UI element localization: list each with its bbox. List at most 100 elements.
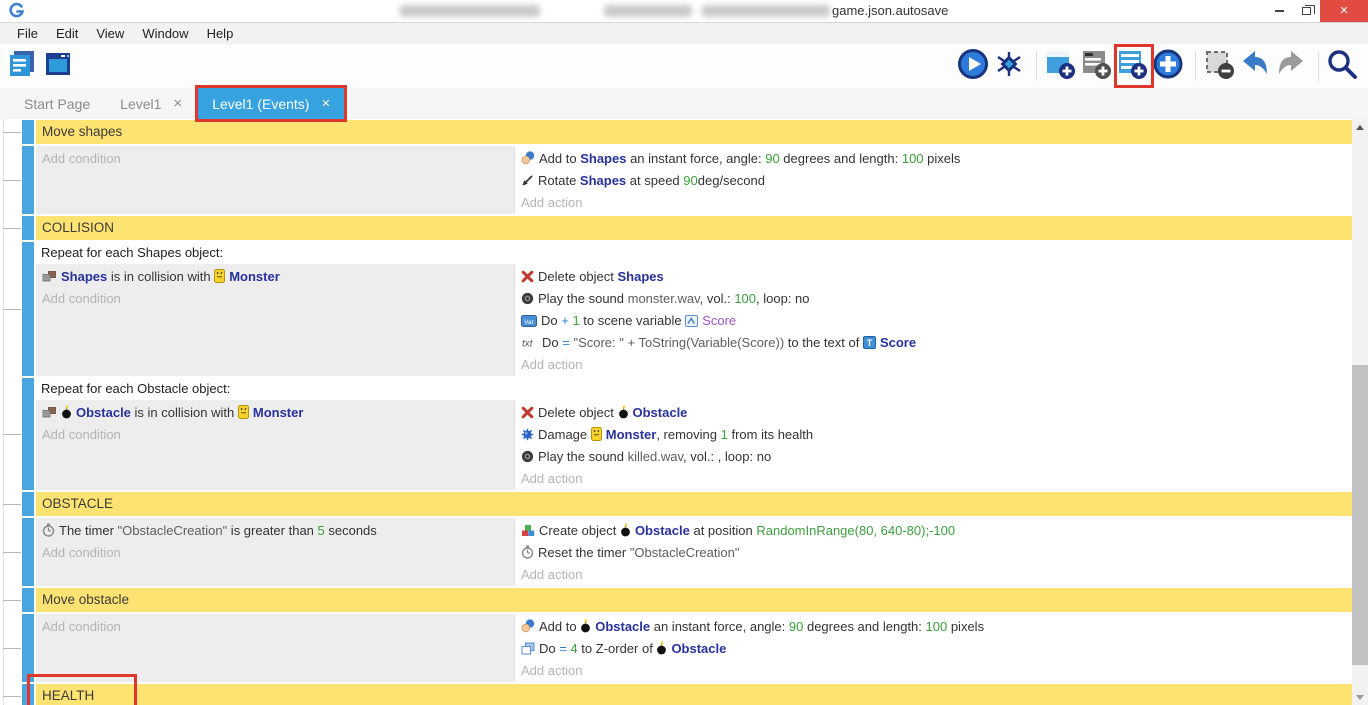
action-row[interactable]: Reset the timer "ObstacleCreation" (515, 542, 1352, 564)
actions-panel[interactable]: Delete object ObstacleDamage Monster, re… (514, 400, 1352, 490)
add-condition-button[interactable]: Add condition (36, 616, 514, 638)
conditions-panel[interactable]: The timer "ObstacleCreation" is greater … (36, 518, 514, 586)
add-condition-button[interactable]: Add condition (36, 148, 514, 170)
scrollbar-thumb[interactable] (1352, 365, 1368, 665)
menu-window[interactable]: Window (133, 23, 197, 44)
event: Repeat for each Obstacle object:Obstacle… (36, 378, 1352, 490)
conditions-panel[interactable]: Add condition (36, 614, 514, 682)
tab-level1[interactable]: Level1× (106, 88, 196, 119)
action-row[interactable]: Delete object Shapes (515, 266, 1352, 288)
actions-panel[interactable]: Add to Obstacle an instant force, angle:… (514, 614, 1352, 682)
move-shapes-group-header[interactable]: Move shapes (36, 120, 1352, 144)
scroll-up-icon[interactable] (1352, 119, 1368, 135)
event-selection-strip[interactable] (22, 614, 34, 682)
action-row[interactable]: VarDo + 1 to scene variable Score (515, 310, 1352, 332)
action-row[interactable]: Create object Obstacle at position Rando… (515, 520, 1352, 542)
add-action-button[interactable]: Add action (515, 354, 1352, 376)
menu-help[interactable]: Help (198, 23, 243, 44)
sound-icon (521, 448, 534, 468)
event-foreach-header[interactable]: Repeat for each Shapes object: (36, 242, 1352, 264)
gutter-tick (3, 132, 21, 133)
action-row[interactable]: Add to Obstacle an instant force, angle:… (515, 616, 1352, 638)
add-condition-button[interactable]: Add condition (36, 288, 514, 310)
menu-bar: FileEditViewWindowHelp (0, 22, 1368, 44)
action-row[interactable]: Delete object Obstacle (515, 402, 1352, 424)
event-selection-strip[interactable] (22, 216, 34, 240)
add-action-button[interactable]: Add action (515, 468, 1352, 490)
redo-button[interactable] (1276, 49, 1310, 83)
condition-row[interactable]: The timer "ObstacleCreation" is greater … (36, 520, 514, 542)
menu-file[interactable]: File (8, 23, 47, 44)
tab-close-button[interactable]: × (321, 95, 330, 112)
add-comment-button[interactable] (1081, 49, 1115, 83)
obstacle-icon (620, 522, 631, 542)
action-row[interactable]: txtDo = "Score: " + ToString(Variable(Sc… (515, 332, 1352, 354)
action-row[interactable]: Play the sound monster.wav, vol.: 100, l… (515, 288, 1352, 310)
add-standard-event-button[interactable] (1117, 49, 1151, 83)
add-condition-button[interactable]: Add condition (36, 424, 514, 446)
tab-start-page[interactable]: Start Page (10, 88, 104, 119)
event-selection-strip[interactable] (22, 492, 34, 516)
scene-editor-button[interactable] (43, 49, 77, 83)
rotate-icon (521, 172, 534, 192)
event-block-row: Add conditionAdd to Obstacle an instant … (0, 614, 1352, 682)
restore-button[interactable] (1293, 0, 1320, 22)
obstacle-group-header[interactable]: OBSTACLE (36, 492, 1352, 516)
add-condition-button[interactable]: Add condition (36, 542, 514, 564)
add-sub-event-button[interactable] (1153, 49, 1187, 83)
event-selection-strip[interactable] (22, 146, 34, 214)
event-selection-strip[interactable] (22, 378, 34, 490)
event-text: killed.wav (628, 449, 683, 464)
menu-edit[interactable]: Edit (47, 23, 87, 44)
event-selection-strip[interactable] (22, 684, 34, 705)
event-block-row: The timer "ObstacleCreation" is greater … (0, 518, 1352, 586)
conditions-panel[interactable]: Shapes is in collision with MonsterAdd c… (36, 264, 514, 376)
event-text: 100 (902, 151, 924, 166)
event: Repeat for each Shapes object:Shapes is … (36, 242, 1352, 376)
debug-button[interactable] (994, 49, 1028, 83)
condition-row[interactable]: Obstacle is in collision with Monster (36, 402, 514, 424)
event-selection-strip[interactable] (22, 120, 34, 144)
svg-text:txt: txt (522, 339, 534, 350)
event-text: Monster (229, 269, 280, 284)
tab-level1-events[interactable]: Level1 (Events)× (198, 88, 344, 119)
collision-group-header[interactable]: COLLISION (36, 216, 1352, 240)
project-manager-button[interactable] (7, 49, 41, 83)
minimize-button[interactable] (1266, 0, 1293, 22)
health-group-header[interactable]: HEALTH (36, 684, 1352, 705)
event-selection-strip[interactable] (22, 242, 34, 376)
action-row[interactable]: Do = 4 to Z-order of Obstacle (515, 638, 1352, 660)
actions-panel[interactable]: Create object Obstacle at position Rando… (514, 518, 1352, 586)
add-action-button[interactable]: Add action (515, 564, 1352, 586)
menu-view[interactable]: View (87, 23, 133, 44)
actions-panel[interactable]: Delete object ShapesPlay the sound monst… (514, 264, 1352, 376)
conditions-panel[interactable]: Obstacle is in collision with MonsterAdd… (36, 400, 514, 490)
event-block-content: The timer "ObstacleCreation" is greater … (36, 518, 1352, 586)
add-action-button[interactable]: Add action (515, 192, 1352, 214)
actions-panel[interactable]: Add to Shapes an instant force, angle: 9… (514, 146, 1352, 214)
move-obstacle-group-header[interactable]: Move obstacle (36, 588, 1352, 612)
event-selection-strip[interactable] (22, 588, 34, 612)
close-icon: × (1340, 0, 1349, 22)
add-action-button[interactable]: Add action (515, 660, 1352, 682)
tab-close-button[interactable]: × (173, 95, 182, 112)
action-row[interactable]: Damage Monster, removing 1 from its heal… (515, 424, 1352, 446)
events-sheet: Move shapesAdd conditionAdd to Shapes an… (0, 119, 1352, 705)
remove-event-button[interactable] (1204, 49, 1238, 83)
event-selection-strip[interactable] (22, 518, 34, 586)
add-event-button[interactable] (1045, 49, 1079, 83)
scroll-down-icon[interactable] (1352, 689, 1368, 705)
search-button[interactable] (1327, 49, 1361, 83)
condition-row[interactable]: Shapes is in collision with Monster (36, 266, 514, 288)
search-icon (1325, 47, 1359, 86)
action-row[interactable]: Add to Shapes an instant force, angle: 9… (515, 148, 1352, 170)
conditions-panel[interactable]: Add condition (36, 146, 514, 214)
action-row[interactable]: Rotate Shapes at speed 90deg/second (515, 170, 1352, 192)
preview-button[interactable] (958, 49, 992, 83)
vertical-scrollbar[interactable] (1352, 119, 1368, 705)
close-button[interactable]: × (1320, 0, 1368, 22)
undo-button[interactable] (1240, 49, 1274, 83)
event-foreach-header[interactable]: Repeat for each Obstacle object: (36, 378, 1352, 400)
add-event-icon (1043, 47, 1077, 86)
action-row[interactable]: Play the sound killed.wav, vol.: , loop:… (515, 446, 1352, 468)
